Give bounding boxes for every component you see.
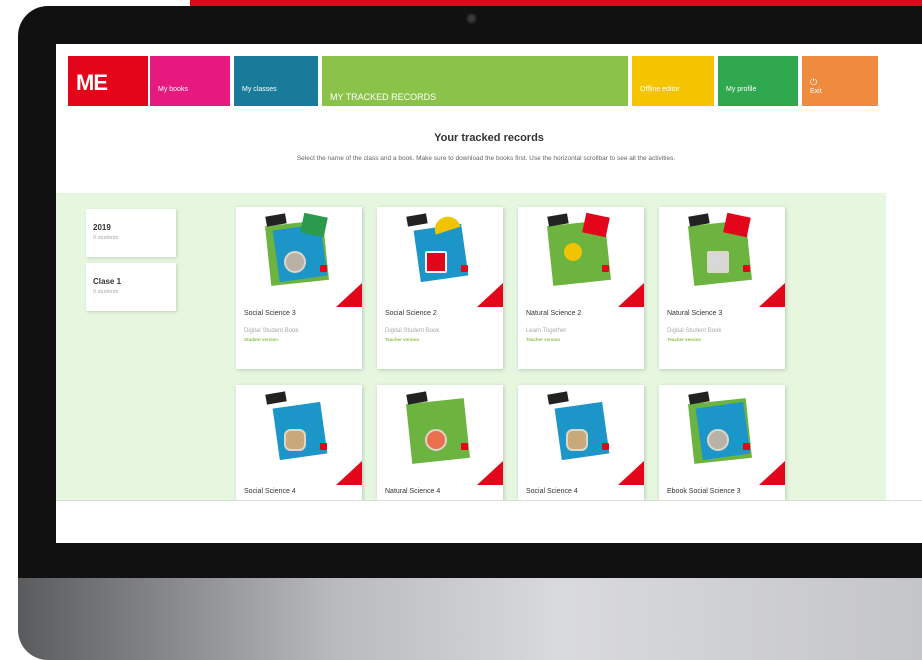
book-title: Social Science 3 xyxy=(244,310,296,317)
me-logo: ME xyxy=(76,70,108,95)
book-cover-image xyxy=(403,213,477,299)
book-corner-badge xyxy=(759,283,785,307)
top-navigation: ME My books My classes MY TRACKED RECORD… xyxy=(68,56,878,106)
book-card[interactable]: Social Science 3 Digital Student Book St… xyxy=(236,207,362,369)
class-card[interactable]: 2019 0 students xyxy=(86,209,176,257)
nav-my-profile[interactable]: My profile xyxy=(718,56,798,106)
book-edition: Learn Together xyxy=(526,328,567,334)
nav-profile-label: My profile xyxy=(726,86,757,93)
app-screen: ME My books My classes MY TRACKED RECORD… xyxy=(56,44,922,543)
book-edition: Digital Student Book xyxy=(385,328,440,334)
book-corner-badge xyxy=(336,283,362,307)
nav-my-classes[interactable]: My classes xyxy=(234,56,318,106)
nav-my-classes-label: My classes xyxy=(242,86,277,93)
book-title: Ebook Social Science 3 xyxy=(667,488,741,495)
book-card[interactable]: Social Science 4 xyxy=(236,385,362,500)
nav-my-books[interactable]: My books xyxy=(150,56,230,106)
class-name: Clase 1 xyxy=(93,277,122,286)
book-cover-image xyxy=(685,391,759,477)
book-version: Teacher version xyxy=(526,337,561,342)
page-subtitle: Select the name of the class and a book.… xyxy=(296,155,676,162)
class-count: 0 students xyxy=(93,235,119,241)
power-icon: ⏻ xyxy=(810,77,818,87)
nav-tracked-label: MY TRACKED RECORDS xyxy=(330,92,437,102)
book-card[interactable]: Natural Science 3 Digital Student Book T… xyxy=(659,207,785,369)
camera-icon xyxy=(466,13,477,24)
book-corner-badge xyxy=(477,461,503,485)
book-title: Social Science 4 xyxy=(526,488,578,495)
book-card[interactable]: Natural Science 2 Learn Together Teacher… xyxy=(518,207,644,369)
nav-offline-label: Offline editor xyxy=(640,86,680,93)
book-edition: Digital Student Book xyxy=(667,328,722,334)
book-cover-image xyxy=(544,212,618,299)
monitor-mockup: ME My books My classes MY TRACKED RECORD… xyxy=(0,0,922,660)
book-card[interactable]: Natural Science 4 xyxy=(377,385,503,500)
nav-exit-label: Exit xyxy=(810,87,822,95)
book-cover-image xyxy=(403,391,477,477)
book-card[interactable]: Social Science 4 xyxy=(518,385,644,500)
book-edition: Digital Student Book xyxy=(244,328,299,334)
class-count: 0 students xyxy=(93,289,119,295)
book-corner-badge xyxy=(618,461,644,485)
book-version: Teacher version xyxy=(667,337,702,342)
book-version: Student version xyxy=(244,337,279,342)
class-card[interactable]: Clase 1 0 students xyxy=(86,263,176,311)
book-corner-badge xyxy=(759,461,785,485)
monitor-chin xyxy=(18,578,922,660)
book-corner-badge xyxy=(336,461,362,485)
book-title: Natural Science 2 xyxy=(526,310,582,317)
nav-my-books-label: My books xyxy=(158,86,188,93)
nav-offline-editor[interactable]: Offline editor xyxy=(632,56,714,106)
book-corner-badge xyxy=(477,283,503,307)
book-title: Social Science 2 xyxy=(385,310,437,317)
book-cover-image xyxy=(685,212,759,299)
book-title: Natural Science 4 xyxy=(385,488,441,495)
footer-area xyxy=(56,500,922,543)
book-corner-badge xyxy=(618,283,644,307)
class-name: 2019 xyxy=(93,223,111,232)
book-version: Teacher version xyxy=(385,337,420,342)
nav-exit[interactable]: ⏻ Exit xyxy=(802,56,878,106)
records-panel: 2019 0 students Clase 1 0 students Socia… xyxy=(56,193,886,500)
book-cover-image xyxy=(544,391,618,477)
logo-tile[interactable]: ME xyxy=(68,56,148,106)
book-title: Natural Science 3 xyxy=(667,310,723,317)
book-cover-image xyxy=(262,212,336,299)
nav-my-tracked-records[interactable]: MY TRACKED RECORDS xyxy=(322,56,628,106)
book-card[interactable]: Ebook Social Science 3 xyxy=(659,385,785,500)
book-title: Social Science 4 xyxy=(244,488,296,495)
page-title: Your tracked records xyxy=(434,132,544,144)
book-cover-image xyxy=(262,391,336,477)
book-card[interactable]: Social Science 2 Digital Student Book Te… xyxy=(377,207,503,369)
